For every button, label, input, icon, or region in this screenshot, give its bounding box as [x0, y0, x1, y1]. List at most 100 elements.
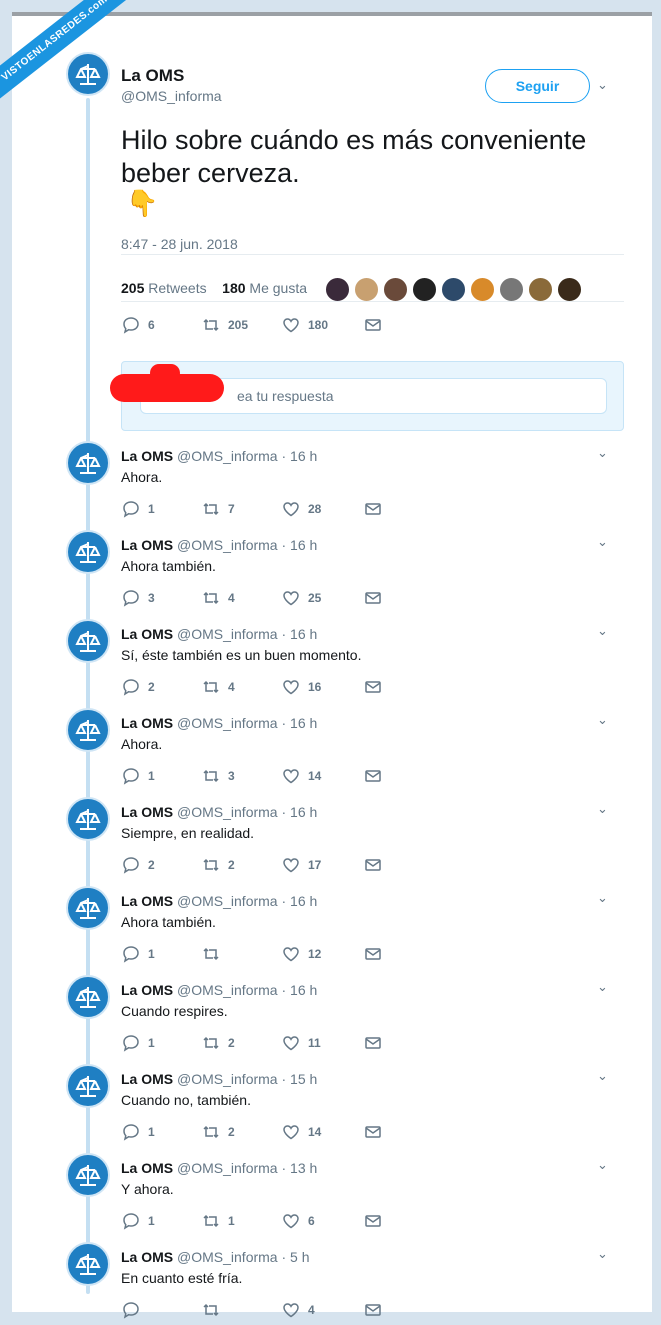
- avatar[interactable]: [66, 708, 110, 752]
- reply-action[interactable]: 2: [122, 856, 202, 874]
- reply-action[interactable]: [122, 1301, 202, 1319]
- chevron-down-icon[interactable]: ⌄: [597, 979, 608, 995]
- avatar[interactable]: [66, 530, 110, 574]
- likes-count[interactable]: 180: [222, 280, 245, 296]
- avatar[interactable]: [66, 52, 110, 96]
- retweet-action[interactable]: 2: [202, 1123, 282, 1141]
- reply-action[interactable]: 2: [122, 678, 202, 696]
- retweet-action[interactable]: 2: [202, 1034, 282, 1052]
- author-name[interactable]: La OMS: [121, 626, 173, 642]
- retweet-action[interactable]: 4: [202, 678, 282, 696]
- chevron-down-icon[interactable]: ⌄: [597, 1157, 608, 1173]
- author-name[interactable]: La OMS: [121, 1071, 173, 1087]
- retweet-action[interactable]: 4: [202, 589, 282, 607]
- retweet-action[interactable]: 7: [202, 500, 282, 518]
- chevron-down-icon[interactable]: ⌄: [597, 801, 608, 817]
- author-handle[interactable]: @OMS_informa · 16 h: [177, 715, 317, 731]
- message-action[interactable]: [364, 1034, 382, 1052]
- like-action[interactable]: 12: [282, 945, 364, 963]
- author-handle[interactable]: @OMS_informa · 13 h: [177, 1160, 317, 1176]
- like-action[interactable]: 6: [282, 1212, 364, 1230]
- chevron-down-icon[interactable]: ⌄: [597, 445, 608, 461]
- avatar[interactable]: [66, 886, 110, 930]
- message-action[interactable]: [364, 1123, 382, 1141]
- retweet-action[interactable]: 1: [202, 1212, 282, 1230]
- chevron-down-icon[interactable]: ⌄: [597, 623, 608, 639]
- author-name[interactable]: La OMS: [121, 804, 173, 820]
- author-name[interactable]: La OMS: [121, 66, 184, 86]
- reply-action[interactable]: 1: [122, 1212, 202, 1230]
- author-handle[interactable]: @OMS_informa: [121, 88, 222, 104]
- avatar[interactable]: [66, 441, 110, 485]
- like-action[interactable]: 14: [282, 767, 364, 785]
- author-name[interactable]: La OMS: [121, 537, 173, 553]
- follow-button[interactable]: Seguir: [485, 69, 590, 103]
- chevron-down-icon[interactable]: ⌄: [597, 77, 608, 93]
- like-action[interactable]: 11: [282, 1034, 364, 1052]
- avatar[interactable]: [66, 1064, 110, 1108]
- message-action[interactable]: [364, 856, 382, 874]
- retweet-action[interactable]: 3: [202, 767, 282, 785]
- author-handle[interactable]: @OMS_informa · 16 h: [177, 537, 317, 553]
- avatar[interactable]: [66, 1242, 110, 1286]
- author-name[interactable]: La OMS: [121, 1160, 173, 1176]
- avatar[interactable]: [66, 619, 110, 663]
- message-action[interactable]: [364, 945, 382, 963]
- reply-action[interactable]: 6: [122, 316, 202, 334]
- message-action[interactable]: [364, 1212, 382, 1230]
- chevron-down-icon[interactable]: ⌄: [597, 1068, 608, 1084]
- retweet-action[interactable]: 2: [202, 856, 282, 874]
- chevron-down-icon[interactable]: ⌄: [597, 890, 608, 906]
- avatar[interactable]: [66, 797, 110, 841]
- chevron-down-icon[interactable]: ⌄: [597, 1246, 608, 1262]
- retweet-action[interactable]: 205: [202, 316, 282, 334]
- reply-action[interactable]: 1: [122, 500, 202, 518]
- retweets-label[interactable]: Retweets: [148, 280, 206, 296]
- like-action[interactable]: 14: [282, 1123, 364, 1141]
- like-action[interactable]: 25: [282, 589, 364, 607]
- message-action[interactable]: [364, 678, 382, 696]
- author-name[interactable]: La OMS: [121, 893, 173, 909]
- reply-action[interactable]: 1: [122, 1123, 202, 1141]
- like-action[interactable]: 4: [282, 1301, 364, 1319]
- author-name[interactable]: La OMS: [121, 715, 173, 731]
- retweet-action[interactable]: [202, 1301, 282, 1319]
- liker-avatar[interactable]: [441, 277, 466, 302]
- liker-avatar[interactable]: [325, 277, 350, 302]
- author-handle[interactable]: @OMS_informa · 5 h: [177, 1249, 309, 1265]
- message-action[interactable]: [364, 1301, 382, 1319]
- chevron-down-icon[interactable]: ⌄: [597, 534, 608, 550]
- liker-avatar[interactable]: [557, 277, 582, 302]
- author-handle[interactable]: @OMS_informa · 15 h: [177, 1071, 317, 1087]
- liker-avatar[interactable]: [354, 277, 379, 302]
- author-name[interactable]: La OMS: [121, 448, 173, 464]
- reply-action[interactable]: 1: [122, 945, 202, 963]
- author-handle[interactable]: @OMS_informa · 16 h: [177, 626, 317, 642]
- reply-action[interactable]: 1: [122, 767, 202, 785]
- like-action[interactable]: 16: [282, 678, 364, 696]
- likes-label[interactable]: Me gusta: [249, 280, 307, 296]
- avatar[interactable]: [66, 975, 110, 1019]
- author-handle[interactable]: @OMS_informa · 16 h: [177, 893, 317, 909]
- like-action[interactable]: 17: [282, 856, 364, 874]
- liker-avatar[interactable]: [383, 277, 408, 302]
- like-action[interactable]: 28: [282, 500, 364, 518]
- avatar[interactable]: [66, 1153, 110, 1197]
- message-action[interactable]: [364, 589, 382, 607]
- retweets-count[interactable]: 205: [121, 280, 144, 296]
- tweet-date[interactable]: 8:47 - 28 jun. 2018: [121, 236, 238, 252]
- author-handle[interactable]: @OMS_informa · 16 h: [177, 448, 317, 464]
- chevron-down-icon[interactable]: ⌄: [597, 712, 608, 728]
- message-action[interactable]: [364, 500, 382, 518]
- liker-avatar[interactable]: [412, 277, 437, 302]
- author-name[interactable]: La OMS: [121, 982, 173, 998]
- liker-avatar[interactable]: [528, 277, 553, 302]
- message-action[interactable]: [364, 316, 382, 334]
- liker-avatar[interactable]: [499, 277, 524, 302]
- author-handle[interactable]: @OMS_informa · 16 h: [177, 804, 317, 820]
- retweet-action[interactable]: [202, 945, 282, 963]
- message-action[interactable]: [364, 767, 382, 785]
- reply-action[interactable]: 1: [122, 1034, 202, 1052]
- like-action[interactable]: 180: [282, 316, 364, 334]
- liker-avatar[interactable]: [470, 277, 495, 302]
